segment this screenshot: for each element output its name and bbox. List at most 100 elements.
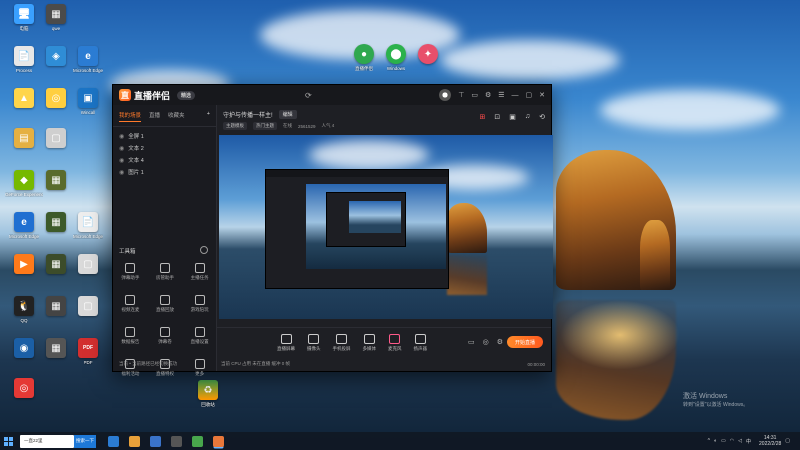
desktop-icon[interactable]: ● 直播伴侣	[346, 44, 382, 71]
eye-icon[interactable]: ◉	[119, 145, 124, 152]
stream-preview[interactable]	[219, 135, 553, 319]
toolbox-item[interactable]: 游戏陪玩	[182, 295, 217, 313]
ime-icon[interactable]: 中	[746, 438, 751, 445]
message-icon[interactable]: ▭	[471, 91, 478, 99]
desktop-icon[interactable]: ◆ GeForce Experience	[5, 170, 43, 197]
toolbox-item[interactable]: 弹幕卷	[148, 327, 183, 345]
desktop-icon[interactable]: e Microsoft Edge	[6, 212, 42, 239]
edit-room-button[interactable]: 编辑	[278, 110, 297, 119]
desktop-icon[interactable]: ✦	[410, 44, 446, 66]
version-badge[interactable]: 精选	[177, 90, 196, 100]
desktop-icon[interactable]: ▦ qwe	[38, 4, 74, 31]
shop-icon[interactable]: ▣	[509, 113, 516, 121]
settings-icon[interactable]: ⚙	[485, 91, 491, 99]
chevron-up-icon[interactable]: ^	[708, 438, 710, 444]
gear-icon[interactable]: ⚙	[497, 338, 503, 346]
desktop-icon[interactable]: ▲	[6, 88, 42, 110]
add-scene-icon[interactable]: +	[207, 111, 210, 122]
taskbar-app-icon[interactable]	[171, 435, 182, 447]
taskbar-app-icon[interactable]	[150, 435, 161, 447]
camera-button[interactable]: 摄像头	[307, 334, 321, 352]
desktop-icon[interactable]: ▦	[38, 254, 74, 276]
desktop-icon[interactable]: ▦	[38, 170, 74, 192]
toolbox-item[interactable]: 主播任务	[182, 263, 217, 281]
desktop-icon[interactable]: e Microsoft Edge	[70, 46, 106, 73]
toolbox-item[interactable]: 直播设置	[182, 327, 217, 345]
taskbar-app-icon[interactable]	[108, 435, 119, 447]
source-item[interactable]: ◉ 全屏 1	[119, 130, 210, 142]
toolbox-item[interactable]: 直播回放	[148, 295, 183, 313]
menu-icon[interactable]: ☰	[498, 91, 504, 99]
desktop-icon[interactable]: 🖥 电脑	[6, 4, 42, 31]
volume-icon[interactable]: ◁	[738, 438, 742, 444]
speaker-button[interactable]: 扬声器	[414, 334, 427, 352]
toolbox-settings-icon[interactable]	[200, 246, 208, 254]
desktop-icon[interactable]: ◎	[6, 378, 42, 400]
share-icon[interactable]: ⟲	[539, 113, 545, 121]
desktop-icon[interactable]: ▢	[70, 296, 106, 318]
toolbox-item[interactable]: 弹幕助手	[113, 263, 148, 281]
tab-my-scenes[interactable]: 我的场景	[119, 111, 142, 122]
taskbar-app-icon[interactable]	[213, 435, 224, 447]
source-item[interactable]: ◉ 图片 1	[119, 166, 210, 178]
gift-icon[interactable]: ⊞	[480, 113, 486, 121]
microphone-button[interactable]: 麦克风	[388, 334, 402, 352]
start-button[interactable]	[0, 432, 16, 450]
minimize-icon[interactable]: —	[512, 92, 519, 99]
desktop-icon[interactable]: 📄 Process	[6, 46, 42, 73]
taskbar-app-icon[interactable]	[192, 435, 203, 447]
refresh-icon[interactable]: ⟳	[305, 91, 312, 100]
desktop-icon[interactable]: ▣ Wincall	[70, 88, 106, 115]
desktop-icon[interactable]: ◈	[38, 46, 74, 68]
toolbox-item[interactable]: 视频连麦	[113, 295, 148, 313]
desktop-icon[interactable]: 📄 Microsoft Edge	[70, 212, 106, 239]
toolbox-item[interactable]: 更多	[182, 359, 217, 377]
bell-icon[interactable]: ♫	[525, 113, 530, 121]
toolbox-item[interactable]: 数据报告	[113, 327, 148, 345]
desktop-icon[interactable]: 🐧 QQ	[6, 296, 42, 323]
desktop-icon[interactable]: ▦	[38, 338, 74, 360]
media-button[interactable]: 多媒体	[363, 334, 376, 352]
wifi-icon[interactable]: ◠	[730, 438, 734, 444]
notification-icon[interactable]: ▢	[785, 438, 790, 444]
live-companion-window[interactable]: 直 直播伴侣 精选 ⟳ ⊤ ▭ ⚙ ☰ — ▢ ✕ 我的场景 直播 收藏夹 + …	[112, 84, 553, 376]
desktop-icon[interactable]: ▦	[38, 296, 74, 318]
taskbar-search-button[interactable]: 搜索一下	[74, 434, 96, 448]
desktop-icon[interactable]: ▢	[38, 128, 74, 150]
desktop-icon[interactable]: ▢	[70, 254, 106, 276]
desktop-icon[interactable]: ◉	[6, 338, 42, 360]
desktop-icon[interactable]: ◎	[38, 88, 74, 110]
tab-live[interactable]: 直播	[149, 111, 160, 122]
room-tag[interactable]: 主题模板	[223, 122, 247, 130]
battery-icon[interactable]: ▭	[721, 438, 726, 444]
effects-icon[interactable]: ◎	[483, 338, 489, 346]
desktop-icon[interactable]: PDF PDF	[70, 338, 106, 365]
source-item[interactable]: ◉ 文本 2	[119, 142, 210, 154]
maximize-icon[interactable]: ▢	[526, 91, 533, 99]
clock[interactable]: 14:31 2022/2/28	[759, 435, 781, 447]
avatar[interactable]	[439, 89, 452, 101]
screen-capture-button[interactable]: 直播屏幕	[277, 334, 295, 352]
eye-icon[interactable]: ◉	[119, 157, 124, 164]
taskbar-app-icon[interactable]	[129, 435, 140, 447]
desktop-icon[interactable]: ▶	[6, 254, 42, 276]
recycle-bin-icon[interactable]: ♻ 回收站	[190, 380, 226, 407]
close-icon[interactable]: ✕	[539, 91, 545, 99]
start-live-button[interactable]: 开始直播	[507, 336, 543, 348]
tab-favorites[interactable]: 收藏夹	[168, 111, 185, 122]
taskbar-search-input[interactable]: 一直22里	[20, 434, 74, 448]
toolbox-item[interactable]: 房管助手	[148, 263, 183, 281]
eye-icon[interactable]: ◉	[119, 169, 124, 176]
desktop-icon[interactable]: ⬤ Windows	[378, 44, 414, 71]
lock-icon[interactable]: ⊡	[494, 113, 500, 121]
desktop-icon[interactable]: ▦	[38, 212, 74, 234]
eye-icon[interactable]: ◉	[119, 133, 124, 140]
source-item[interactable]: ◉ 文本 4	[119, 154, 210, 166]
camera-switch-icon[interactable]: ▭	[468, 338, 475, 346]
app-titlebar[interactable]: 直 直播伴侣 精选 ⟳ ⊤ ▭ ⚙ ☰ — ▢ ✕	[113, 85, 551, 105]
phone-cast-button[interactable]: 手机投屏	[333, 334, 351, 352]
network-icon[interactable]: ◐	[714, 438, 717, 444]
shirt-icon[interactable]: ⊤	[458, 91, 464, 99]
room-tag[interactable]: 热门主题	[253, 122, 277, 130]
desktop-icon[interactable]: ▤	[6, 128, 42, 150]
